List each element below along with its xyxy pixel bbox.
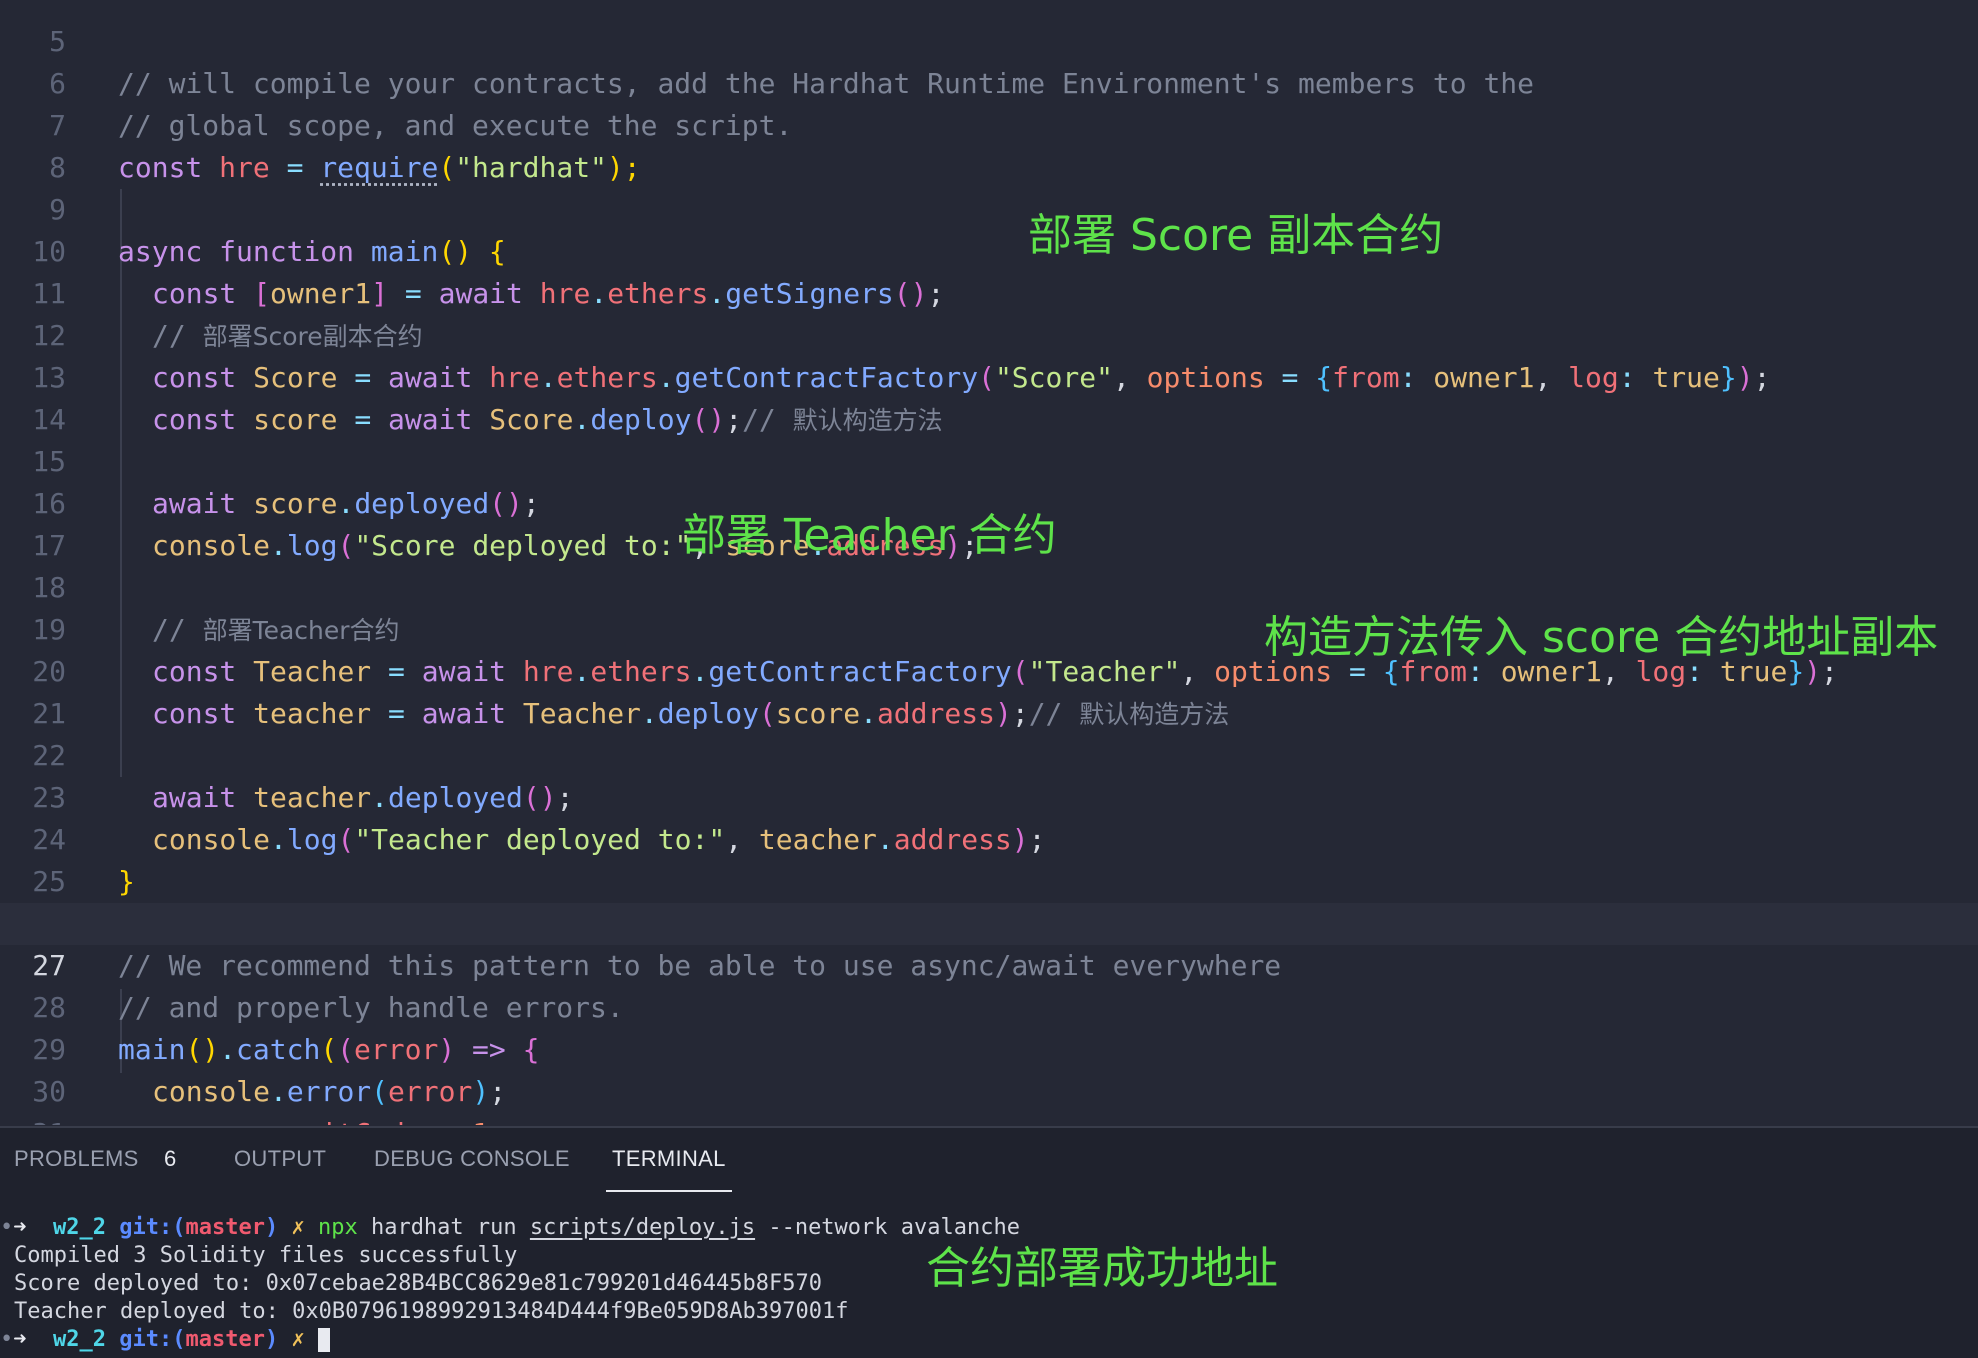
code-line: 32	[0, 1113, 1978, 1125]
code-line: 11 // 部署Score副本合约	[0, 231, 1978, 352]
code-line: 23 console.log("Teacher deployed to:", t…	[0, 735, 1978, 856]
annotation-deploy-teacher: 部署 Teacher 合约	[682, 510, 1057, 561]
code-line: 10 const [owner1] = await hre.ethers.get…	[0, 189, 1978, 310]
code-line: 26 // We recommend this pattern to be ab…	[0, 861, 1978, 982]
annotation-constructor-note: 构造方法传入 score 合约地址副本	[1264, 612, 1939, 663]
command-status-dot-icon: •	[0, 1327, 14, 1352]
annotation-deploy-success: 合约部署成功地址	[926, 1243, 1278, 1294]
code-line: 9 async function main() {	[0, 147, 1978, 268]
code-line: 15 await score.deployed();	[0, 399, 1978, 520]
terminal-line: •➜ w2_2 git:(master) ✗ npx hardhat run s…	[0, 1215, 1020, 1240]
code-line: 28 main().catch((error) => {	[0, 945, 1978, 1066]
code-line: 24 }	[0, 777, 1978, 898]
code-line: 19 const Teacher = await hre.ethers.getC…	[0, 567, 1978, 688]
code-line: 30 process.exitCode = 1;	[0, 1029, 1978, 1125]
terminal-line: Teacher deployed to: 0x0B079619899291348…	[14, 1299, 849, 1324]
command-status-dot-icon: •	[0, 1215, 14, 1240]
code-editor[interactable]: 5 // will compile your contracts, add th…	[0, 0, 1978, 1125]
code-line: 6 // global scope, and execute the scrip…	[0, 21, 1978, 142]
code-line: 13 const score = await Score.deploy();//…	[0, 315, 1978, 436]
code-line: 12 const Score = await hre.ethers.getCon…	[0, 273, 1978, 394]
problems-count-badge: 6	[164, 1146, 177, 1171]
panel-tabs: PROBLEMS 6 OUTPUT DEBUG CONSOLE TERMINAL	[0, 1128, 1978, 1192]
code-line: 5 // will compile your contracts, add th…	[0, 0, 1978, 100]
code-line: 14	[0, 357, 1978, 436]
code-line: 8	[0, 105, 1978, 184]
code-line: 7 const hre = require("hardhat");	[0, 63, 1978, 184]
terminal-prompt-line[interactable]: •➜ w2_2 git:(master) ✗	[0, 1326, 1978, 1354]
current-code-line: 27 // and properly handle errors.	[0, 903, 1978, 1024]
annotation-deploy-score: 部署 Score 副本合约	[1028, 210, 1444, 261]
tab-terminal[interactable]: TERMINAL	[606, 1128, 732, 1192]
code-line: 22 await teacher.deployed();	[0, 693, 1978, 814]
tab-debug-console[interactable]: DEBUG CONSOLE	[374, 1128, 570, 1190]
code-line: 31 });	[0, 1071, 1978, 1125]
code-line: 25	[0, 819, 1978, 898]
terminal-cursor	[317, 1328, 330, 1352]
script-path-link[interactable]: scripts/deploy.js	[530, 1215, 755, 1240]
tab-output[interactable]: OUTPUT	[234, 1128, 326, 1190]
code-line: 16 console.log("Score deployed to:", sco…	[0, 441, 1978, 562]
tab-problems[interactable]: PROBLEMS	[14, 1128, 139, 1190]
code-line: 29 console.error(error);	[0, 987, 1978, 1108]
bottom-panel: PROBLEMS 6 OUTPUT DEBUG CONSOLE TERMINAL…	[0, 1126, 1978, 1358]
